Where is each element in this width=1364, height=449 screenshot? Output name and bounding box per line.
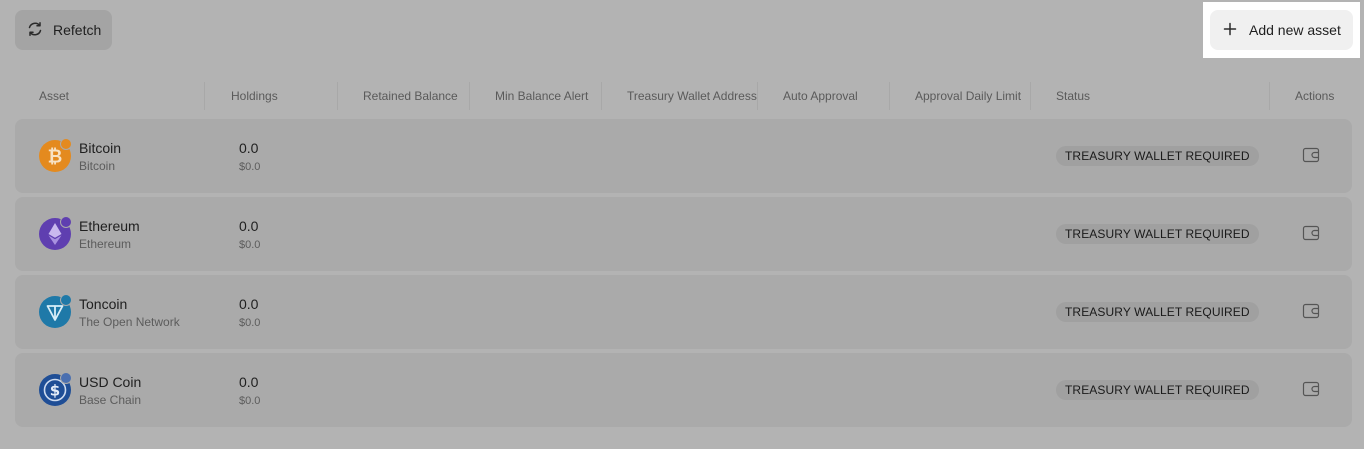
wallet-icon[interactable]	[1302, 224, 1320, 242]
table-row[interactable]: $ USD Coin Base Chain 0.0 $0.0 TREASURY …	[15, 353, 1352, 427]
asset-name: USD Coin	[79, 374, 142, 390]
asset-network: Base Chain	[79, 393, 142, 407]
column-divider	[1030, 82, 1031, 110]
column-header-auto-approval: Auto Approval	[783, 89, 858, 103]
add-new-asset-label: Add new asset	[1249, 22, 1341, 38]
chain-badge-icon	[60, 372, 72, 384]
table-header: Asset Holdings Retained Balance Min Bala…	[15, 80, 1352, 112]
table-row[interactable]: Ethereum Ethereum 0.0 $0.0 TREASURY WALL…	[15, 197, 1352, 271]
holdings-amount: 0.0	[239, 140, 259, 156]
svg-text:$: $	[50, 382, 60, 400]
holdings-usd: $0.0	[239, 395, 261, 407]
asset-network: Ethereum	[79, 237, 132, 251]
column-header-approval-daily-limit: Approval Daily Limit	[915, 89, 1022, 103]
column-header-asset: Asset	[39, 89, 70, 103]
column-header-holdings: Holdings	[231, 89, 278, 103]
column-divider	[204, 82, 205, 110]
status-badge: TREASURY WALLET REQUIRED	[1056, 224, 1259, 244]
page: { "toolbar": { "refetch_label": "Refetch…	[0, 0, 1364, 449]
column-divider	[757, 82, 758, 110]
column-divider	[889, 82, 890, 110]
holdings-amount: 0.0	[239, 218, 259, 234]
plus-icon	[1223, 22, 1237, 39]
asset-name: Bitcoin	[79, 140, 122, 156]
column-header-actions: Actions	[1295, 89, 1335, 103]
wallet-icon[interactable]	[1302, 380, 1320, 398]
column-divider	[1269, 82, 1270, 110]
add-asset-highlight: Add new asset	[1203, 2, 1360, 58]
holdings-usd: $0.0	[239, 239, 261, 251]
refetch-label: Refetch	[53, 22, 102, 38]
asset-name: Toncoin	[79, 296, 128, 312]
column-divider	[601, 82, 602, 110]
column-header-status: Status	[1056, 89, 1091, 103]
holdings-usd: $0.0	[239, 161, 261, 173]
wallet-icon[interactable]	[1302, 146, 1320, 164]
column-divider	[469, 82, 470, 110]
asset-network: The Open Network	[79, 315, 180, 329]
column-header-retained-balance: Retained Balance	[363, 89, 458, 103]
column-header-treasury-wallet-address: Treasury Wallet Address	[627, 89, 757, 103]
chain-badge-icon	[60, 216, 72, 228]
status-badge: TREASURY WALLET REQUIRED	[1056, 302, 1259, 322]
chain-badge-icon	[60, 294, 72, 306]
column-divider	[337, 82, 338, 110]
add-new-asset-button[interactable]: Add new asset	[1210, 10, 1353, 50]
refetch-button[interactable]: Refetch	[15, 10, 112, 50]
asset-network: Bitcoin	[79, 159, 116, 173]
refresh-icon	[26, 20, 44, 41]
table-row[interactable]: ₿ Bitcoin Bitcoin 0.0 $0.0 TREASURY WALL…	[15, 119, 1352, 193]
wallet-icon[interactable]	[1302, 302, 1320, 320]
svg-text:₿: ₿	[48, 147, 63, 168]
table-row[interactable]: Toncoin The Open Network 0.0 $0.0 TREASU…	[15, 275, 1352, 349]
holdings-usd: $0.0	[239, 317, 261, 329]
asset-name: Ethereum	[79, 218, 140, 234]
chain-badge-icon	[60, 138, 72, 150]
holdings-amount: 0.0	[239, 374, 259, 390]
holdings-amount: 0.0	[239, 296, 259, 312]
status-badge: TREASURY WALLET REQUIRED	[1056, 380, 1259, 400]
column-header-min-balance-alert: Min Balance Alert	[495, 89, 589, 103]
status-badge: TREASURY WALLET REQUIRED	[1056, 146, 1259, 166]
